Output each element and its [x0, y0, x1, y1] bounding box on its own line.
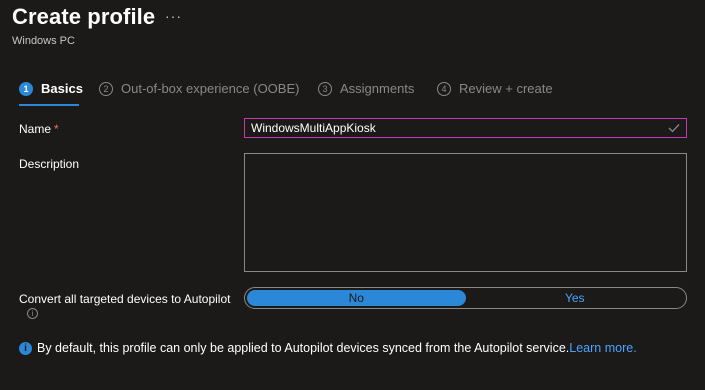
name-label-text: Name [19, 122, 52, 136]
step-number-icon: 4 [437, 81, 451, 96]
name-label: Name * [19, 122, 59, 136]
autopilot-option-no[interactable]: No [247, 290, 466, 306]
step-label: Basics [41, 81, 83, 96]
step-label: Review + create [459, 81, 553, 96]
required-marker: * [54, 122, 59, 136]
step-label: Out-of-box experience (OOBE) [121, 81, 300, 96]
info-icon[interactable]: i [27, 308, 38, 319]
tab-oobe[interactable]: 2 Out-of-box experience (OOBE) [99, 81, 299, 96]
autopilot-option-yes[interactable]: Yes [466, 290, 685, 306]
more-options-icon[interactable]: ··· [165, 8, 182, 24]
step-number-icon: 1 [19, 81, 33, 96]
autopilot-label: Convert all targeted devices to Autopilo… [19, 292, 231, 306]
name-input[interactable]: WindowsMultiAppKiosk [244, 118, 687, 138]
page-subtitle: Windows PC [12, 35, 75, 47]
checkmark-icon [668, 124, 680, 133]
description-textarea[interactable] [244, 153, 687, 272]
tab-review-create[interactable]: 4 Review + create [437, 81, 553, 96]
name-input-value: WindowsMultiAppKiosk [251, 121, 376, 135]
info-notice: i By default, this profile can only be a… [19, 341, 637, 355]
step-label: Assignments [340, 81, 415, 96]
tab-assignments[interactable]: 3 Assignments [318, 81, 414, 96]
active-tab-indicator [19, 104, 79, 106]
info-filled-icon: i [19, 341, 32, 355]
step-number-icon: 3 [318, 81, 332, 96]
learn-more-link[interactable]: Learn more. [569, 341, 636, 355]
step-number-icon: 2 [99, 81, 113, 96]
description-label: Description [19, 157, 80, 171]
page-title: Create profile [12, 4, 156, 29]
tab-basics[interactable]: 1 Basics [19, 81, 83, 96]
autopilot-toggle[interactable]: No Yes [244, 287, 687, 309]
notice-text: By default, this profile can only be app… [37, 341, 570, 355]
